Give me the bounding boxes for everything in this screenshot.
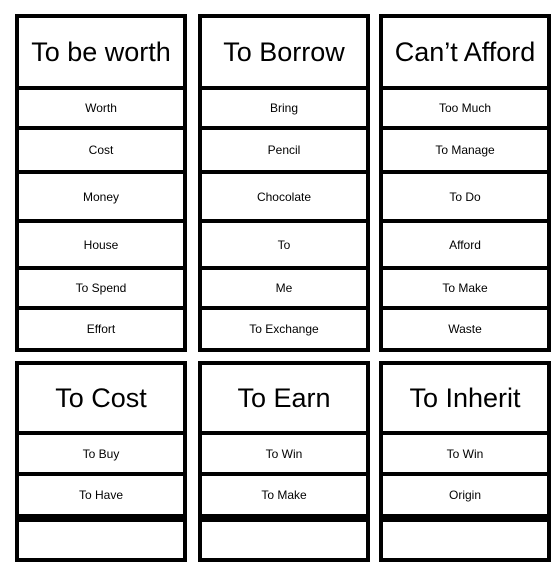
card-item: To Win [202,435,366,476]
card-item: Origin [383,476,547,518]
card-item: To [202,223,366,270]
card-title: To be worth [19,18,183,90]
card-item: Worth [19,90,183,130]
card-item-cut-off [383,518,547,558]
card-title: To Earn [202,365,366,435]
card-item: To Buy [19,435,183,476]
word-card: To Earn To Win To Make [198,361,370,562]
card-item: To Make [202,476,366,518]
card-item: Afford [383,223,547,270]
card-item: To Make [383,270,547,310]
card-item: Pencil [202,130,366,174]
word-card: To be worth Worth Cost Money House To Spend Ef… [15,14,187,352]
card-item: To Spend [19,270,183,310]
card-title: To Inherit [383,365,547,435]
card-item: Bring [202,90,366,130]
word-card: Can’t Afford Too Much To Manage To Do Afford… [379,14,551,352]
card-item: Cost [19,130,183,174]
word-card: To Inherit To Win Origin [379,361,551,562]
card-item: Waste [448,322,482,336]
card-item: To Do [383,174,547,223]
card-title: To Borrow [202,18,366,90]
card-title: To Cost [19,365,183,435]
card-item: To Manage [383,130,547,174]
card-item: House [19,223,183,270]
card-item: Me [202,270,366,310]
card-item: Too Much [383,90,547,130]
word-card: To Cost To Buy To Have [15,361,187,562]
card-item: To Exchange [249,322,319,336]
word-card: To Borrow Bring Pencil Chocolate To Me To Exch… [198,14,370,352]
card-item-cut-off [19,518,183,558]
card-item: Chocolate [202,174,366,223]
card-title: Can’t Afford [383,18,547,90]
card-item: To Have [19,476,183,518]
card-item-cut-off [202,518,366,558]
card-item: Effort [86,322,116,336]
card-item: Money [19,174,183,223]
card-item: To Win [383,435,547,476]
